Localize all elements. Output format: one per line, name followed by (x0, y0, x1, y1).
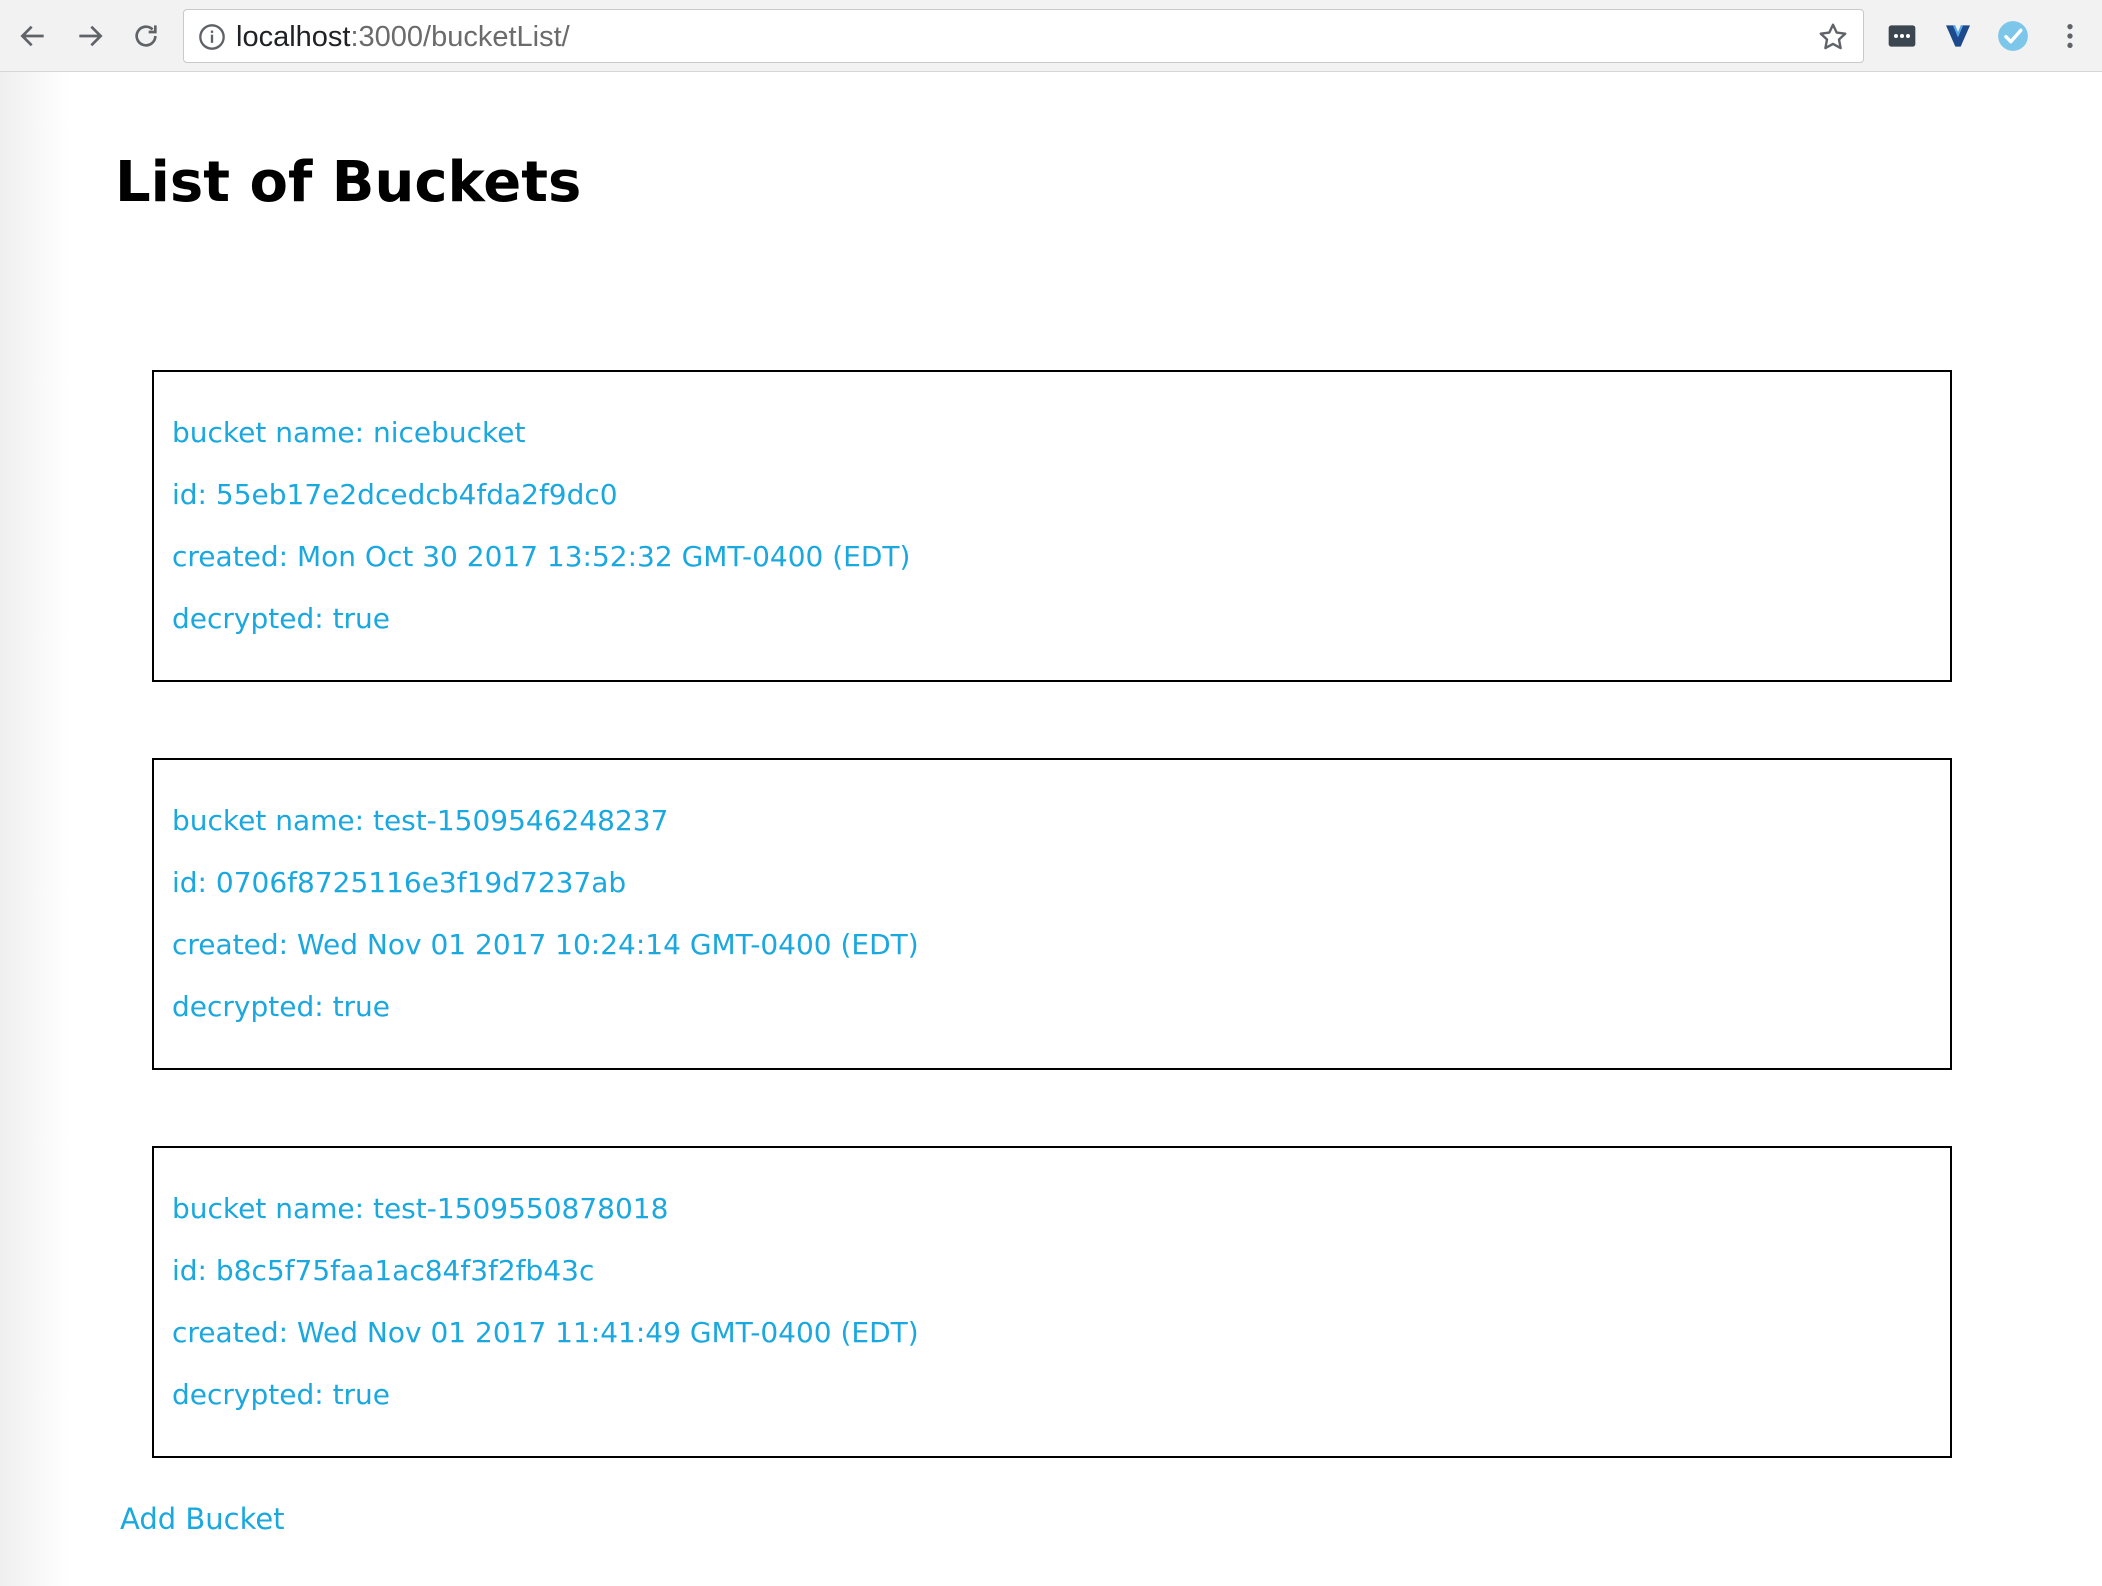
url-host: localhost (236, 21, 351, 53)
reload-button[interactable] (126, 16, 166, 56)
bucket-decrypted[interactable]: decrypted: true (172, 990, 390, 1023)
bucket-decrypted[interactable]: decrypted: true (172, 602, 390, 635)
bucket-id[interactable]: id: 0706f8725116e3f19d7237ab (172, 866, 626, 899)
bookmark-star-icon[interactable] (1817, 21, 1849, 53)
bucket-card: bucket name: test-1509550878018 id: b8c5… (152, 1146, 1952, 1458)
bucket-card: bucket name: test-1509546248237 id: 0706… (152, 758, 1952, 1070)
bucket-name[interactable]: bucket name: nicebucket (172, 416, 525, 449)
bucket-name[interactable]: bucket name: test-1509546248237 (172, 804, 668, 837)
bucket-decrypted[interactable]: decrypted: true (172, 1378, 390, 1411)
bucket-name[interactable]: bucket name: test-1509550878018 (172, 1192, 668, 1225)
checkmark-extension-button[interactable] (1993, 16, 2033, 56)
kebab-menu-icon (2067, 24, 2073, 48)
url-path: :3000/bucketList/ (350, 21, 570, 53)
password-manager-extension-button[interactable] (1882, 16, 1922, 56)
address-bar[interactable]: localhost:3000/bucketList/ (183, 9, 1864, 63)
checkmark-extension-icon (1998, 21, 2028, 51)
forward-arrow-icon (79, 25, 103, 47)
bucket-created[interactable]: created: Wed Nov 01 2017 11:41:49 GMT-04… (172, 1316, 919, 1349)
reload-icon (135, 25, 157, 47)
password-manager-extension-icon (1888, 25, 1916, 47)
bucket-created[interactable]: created: Mon Oct 30 2017 13:52:32 GMT-04… (172, 540, 910, 573)
bucket-created[interactable]: created: Wed Nov 01 2017 10:24:14 GMT-04… (172, 928, 919, 961)
browser-menu-button[interactable] (2050, 16, 2090, 56)
add-bucket-link[interactable]: Add Bucket (120, 1502, 285, 1536)
bucket-id[interactable]: id: 55eb17e2dcedcb4fda2f9dc0 (172, 478, 618, 511)
browser-toolbar: localhost:3000/bucketList/ (0, 0, 2102, 72)
page-title: List of Buckets (115, 150, 582, 215)
url-text[interactable]: localhost:3000/bucketList/ (236, 10, 570, 64)
bucket-id[interactable]: id: b8c5f75faa1ac84f3f2fb43c (172, 1254, 594, 1287)
back-arrow-icon (20, 25, 44, 47)
v-extension-button[interactable] (1938, 16, 1978, 56)
back-button[interactable] (13, 16, 53, 56)
bucket-card: bucket name: nicebucket id: 55eb17e2dced… (152, 370, 1952, 682)
v-extension-icon (1946, 24, 1970, 47)
forward-button[interactable] (70, 16, 110, 56)
info-icon[interactable] (198, 23, 226, 51)
